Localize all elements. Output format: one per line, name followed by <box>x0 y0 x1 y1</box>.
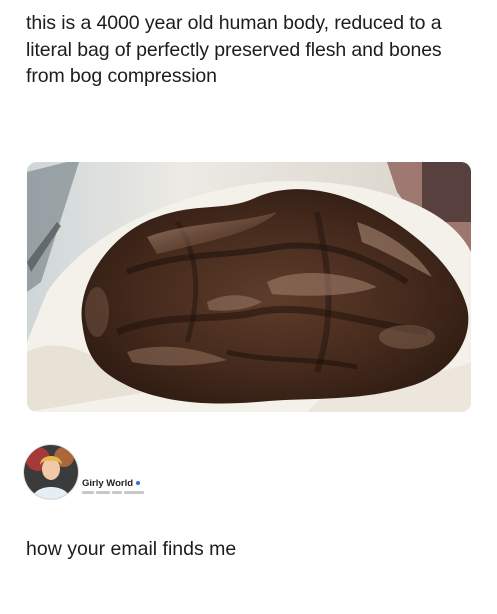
account-name[interactable]: Girly World <box>82 478 141 489</box>
caption-text: how your email finds me <box>26 538 237 560</box>
meme-page: this is a 4000 year old human body, redu… <box>0 0 497 614</box>
bog-body-photo <box>27 162 471 412</box>
account-name-text: Girly World <box>82 478 134 489</box>
bog-body-illustration <box>27 162 471 412</box>
post-text: this is a 4000 year old human body, redu… <box>26 12 442 87</box>
account-meta-illegible <box>82 491 144 495</box>
verified-icon <box>136 481 141 486</box>
avatar[interactable] <box>23 444 79 500</box>
avatar-image <box>24 445 78 499</box>
